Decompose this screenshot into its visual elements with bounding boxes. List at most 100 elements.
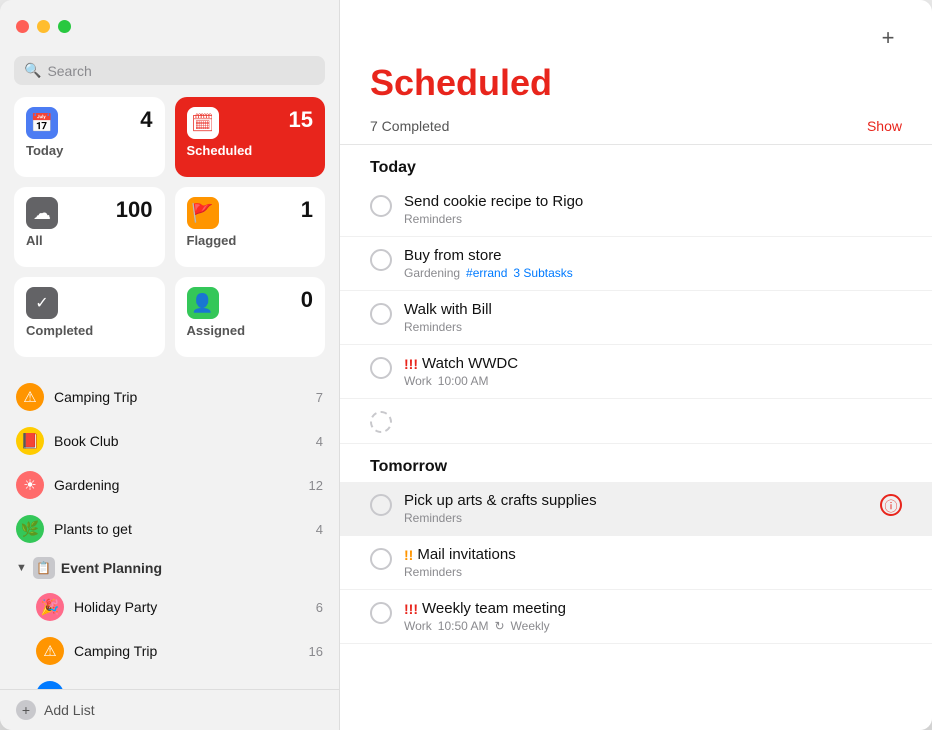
reminder-walk-with-bill[interactable]: Walk with Bill Reminders [340,291,932,345]
smart-tile-all[interactable]: ☁ 100 All [14,187,165,267]
smart-tile-scheduled[interactable]: 🗓 15 Scheduled [175,97,326,177]
list-name-camping-trip: Camping Trip [54,389,306,405]
main-title-area: Scheduled [340,62,932,112]
camping-trip-icon: ⚠ [16,383,44,411]
subtasks-link[interactable]: 3 Subtasks [513,266,572,280]
list-item-gardening[interactable]: ☀ Gardening 12 [0,463,339,507]
reminder-subtitle-2: Gardening #errand 3 Subtasks [404,266,902,280]
list-count-holiday-party: 6 [316,600,323,615]
app-window: 🔍 Search 📅 4 Today 🗓 15 Scheduled [0,0,932,730]
reminder-body-4: !!! Watch WWDC Work 10:00 AM [404,355,902,388]
reminder-pick-up-arts[interactable]: Pick up arts & crafts supplies Reminders… [340,482,932,536]
search-bar[interactable]: 🔍 Search [14,56,325,85]
reminder-circle-3[interactable] [370,303,392,325]
reminder-body-3: Walk with Bill Reminders [404,301,902,334]
smart-tile-completed[interactable]: ✓ Completed [14,277,165,357]
info-button[interactable]: ⓘ [880,494,902,516]
repeat-icon: ↻ [494,619,504,633]
event-planning-label: Event Planning [61,560,162,576]
scheduled-label: Scheduled [187,143,314,158]
reminder-list-2: Gardening [404,266,460,280]
smart-tile-assigned[interactable]: 👤 0 Assigned [175,277,326,357]
list-name-plants-to-get: Plants to get [54,521,306,537]
reminder-circle-6[interactable] [370,494,392,516]
priority-high-icon-8: !!! [404,601,418,617]
reminder-circle-2[interactable] [370,249,392,271]
add-list-label: Add List [44,702,95,718]
reminder-empty[interactable] [340,399,932,444]
flagged-icon: 🚩 [187,197,219,229]
scheduled-icon: 🗓 [187,107,219,139]
reminder-list-8: Work [404,619,432,633]
list-count-gardening: 12 [309,478,323,493]
reminder-title-3: Walk with Bill [404,301,902,318]
priority-high-icon-4: !!! [404,356,418,372]
completed-row: 7 Completed Show [340,112,932,145]
reminder-list-3: Reminders [404,320,462,334]
today-icon: 📅 [26,107,58,139]
camping-trip-2-icon: ⚠ [36,637,64,665]
reminder-circle-1[interactable] [370,195,392,217]
reminder-mail-invitations[interactable]: !! Mail invitations Reminders [340,536,932,590]
flagged-count: 1 [301,197,313,223]
reminder-list-4: Work [404,374,432,388]
list-item-holiday-party[interactable]: 🎉 Holiday Party 6 [0,585,339,629]
list-count-camping-trip-2: 16 [309,644,323,659]
list-item-book-club[interactable]: 📕 Book Club 4 [0,419,339,463]
reminder-watch-wwdc[interactable]: !!! Watch WWDC Work 10:00 AM [340,345,932,399]
extra-list-icon: ● [36,681,64,689]
main-title: Scheduled [370,62,902,104]
event-planning-group-header[interactable]: ▼ 📋 Event Planning [0,551,339,585]
today-count: 4 [140,107,152,133]
list-item-plants-to-get[interactable]: 🌿 Plants to get 4 [0,507,339,551]
event-planning-icon: 📋 [33,557,55,579]
list-item-camping-trip[interactable]: ⚠ Camping Trip 7 [0,375,339,419]
list-item-camping-trip-2[interactable]: ⚠ Camping Trip 16 [0,629,339,673]
list-name-gardening: Gardening [54,477,299,493]
scheduled-count: 15 [289,107,313,133]
smart-lists-grid: 📅 4 Today 🗓 15 Scheduled ☁ 100 All [0,97,339,371]
reminder-body-6: Pick up arts & crafts supplies Reminders [404,492,868,525]
list-count-camping-trip: 7 [316,390,323,405]
add-reminder-button[interactable]: + [874,24,902,52]
smart-tile-today[interactable]: 📅 4 Today [14,97,165,177]
chevron-down-icon: ▼ [16,562,27,574]
reminder-title-1: Send cookie recipe to Rigo [404,193,902,210]
main-panel: + Scheduled 7 Completed Show Today Send … [340,0,932,730]
reminder-circle-4[interactable] [370,357,392,379]
minimize-button[interactable] [37,20,50,33]
reminder-send-cookie[interactable]: Send cookie recipe to Rigo Reminders [340,183,932,237]
book-club-icon: 📕 [16,427,44,455]
reminder-weekly-meeting[interactable]: !!! Weekly team meeting Work 10:50 AM ↻ … [340,590,932,644]
reminder-circle-5[interactable] [370,411,392,433]
list-item-extra[interactable]: ● [0,673,339,689]
errand-tag[interactable]: #errand [466,266,507,280]
reminder-circle-8[interactable] [370,602,392,624]
reminder-subtitle-3: Reminders [404,320,902,334]
reminder-repeat-label: Weekly [511,619,550,633]
reminder-subtitle-4: Work 10:00 AM [404,374,902,388]
reminder-list-7: Reminders [404,565,462,579]
smart-tile-flagged[interactable]: 🚩 1 Flagged [175,187,326,267]
flagged-label: Flagged [187,233,314,248]
search-placeholder: Search [47,63,91,79]
reminder-circle-7[interactable] [370,548,392,570]
show-completed-button[interactable]: Show [867,118,902,134]
reminder-title-7: !! Mail invitations [404,546,902,563]
assigned-label: Assigned [187,323,314,338]
section-header-today: Today [340,145,932,183]
list-count-plants-to-get: 4 [316,522,323,537]
list-section: ⚠ Camping Trip 7 📕 Book Club 4 ☀ Gardeni… [0,371,339,689]
reminder-body-7: !! Mail invitations Reminders [404,546,902,579]
reminder-buy-from-store[interactable]: Buy from store Gardening #errand 3 Subta… [340,237,932,291]
maximize-button[interactable] [58,20,71,33]
gardening-icon: ☀ [16,471,44,499]
reminder-body-8: !!! Weekly team meeting Work 10:50 AM ↻ … [404,600,902,633]
close-button[interactable] [16,20,29,33]
reminder-subtitle-6: Reminders [404,511,868,525]
add-list-icon: + [16,700,36,720]
plants-to-get-icon: 🌿 [16,515,44,543]
list-name-camping-trip-2: Camping Trip [74,643,299,659]
add-list-button[interactable]: + Add List [0,689,339,730]
event-planning-children: 🎉 Holiday Party 6 ⚠ Camping Trip 16 [0,585,339,673]
